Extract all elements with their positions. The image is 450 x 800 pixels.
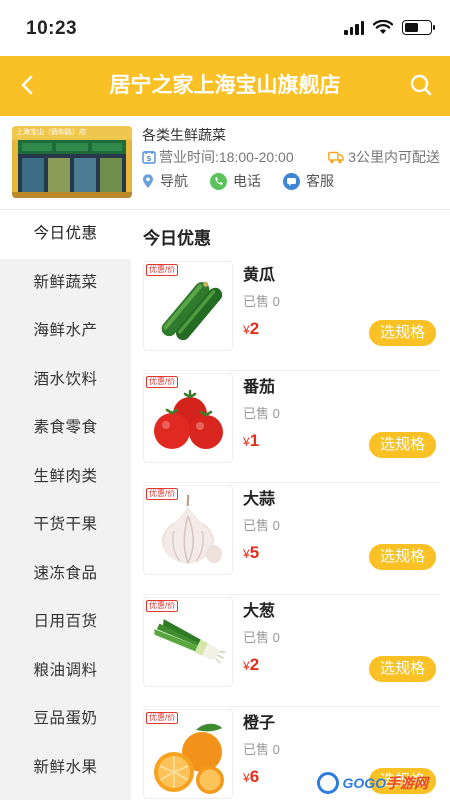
status-icons	[344, 20, 435, 35]
calendar-icon: S	[142, 151, 156, 164]
promo-tag: 优惠/价	[146, 488, 179, 500]
navigate-label: 导航	[160, 173, 188, 189]
product-sold: 已售 0	[243, 742, 280, 757]
sidebar-item-daily-goods[interactable]: 日用百货	[0, 598, 131, 647]
store-photo-sign: 上海宝山（俏和路）店	[16, 129, 86, 136]
location-icon	[143, 173, 153, 188]
status-time: 10:23	[26, 18, 78, 39]
watermark-text: GOGO手游网	[342, 775, 428, 791]
product-sold: 已售 0	[243, 406, 280, 421]
product-sold: 已售 0	[243, 630, 280, 645]
promo-tag: 优惠/价	[146, 264, 179, 276]
wifi-icon	[373, 20, 393, 34]
product-image: 优惠/价	[143, 597, 233, 687]
navigate-button[interactable]: 导航	[142, 170, 188, 192]
product-image: 优惠/价	[143, 485, 233, 575]
select-spec-button[interactable]: 选规格	[369, 432, 436, 458]
product-sold: 已售 0	[243, 294, 280, 309]
product-name: 大蒜	[243, 491, 276, 508]
product-image: 优惠/价	[143, 709, 233, 799]
store-delivery-label: 3公里内可配送	[348, 149, 440, 165]
sidebar-item-fresh-vegetables[interactable]: 新鲜蔬菜	[0, 259, 131, 308]
product-item[interactable]: 优惠/价 大葱 已售 0 ¥2 选规格	[131, 595, 450, 707]
product-name: 橙子	[243, 715, 276, 732]
promo-tag: 优惠/价	[146, 600, 179, 612]
product-image: 优惠/价	[143, 261, 233, 351]
sidebar-item-fresh-fruit[interactable]: 新鲜水果	[0, 744, 131, 793]
category-sidebar: 今日优惠 新鲜蔬菜 海鲜水产 酒水饮料 素食零食 生鲜肉类 干货干果 速冻食品 …	[0, 210, 131, 800]
page-title: 居宁之家上海宝山旗舰店	[109, 74, 341, 97]
store-category: 各类生鲜蔬菜	[142, 127, 226, 143]
select-spec-button[interactable]: 选规格	[369, 320, 436, 346]
product-name: 黄瓜	[243, 267, 276, 284]
sidebar-item-fresh-meat[interactable]: 生鲜肉类	[0, 453, 131, 502]
store-delivery: 3公里内可配送	[328, 147, 440, 167]
back-button[interactable]	[12, 70, 42, 100]
section-title: 今日优惠	[143, 229, 211, 248]
sidebar-item-bean-egg-dairy[interactable]: 豆品蛋奶	[0, 695, 131, 744]
select-spec-button[interactable]: 选规格	[369, 544, 436, 570]
promo-tag: 优惠/价	[146, 712, 179, 724]
customer-service-button[interactable]: 客服	[283, 170, 334, 192]
sidebar-item-dried-goods[interactable]: 干货干果	[0, 501, 131, 550]
chat-icon	[283, 172, 300, 190]
customer-service-label: 客服	[306, 173, 334, 189]
sidebar-item-snacks[interactable]: 素食零食	[0, 404, 131, 453]
delivery-truck-icon	[328, 151, 344, 163]
product-name: 番茄	[243, 379, 276, 396]
sidebar-item-seafood[interactable]: 海鲜水产	[0, 307, 131, 356]
app-header: 居宁之家上海宝山旗舰店	[0, 56, 450, 116]
phone-label: 电话	[233, 173, 261, 189]
product-list: 今日优惠 优惠/价 黄瓜 已售 0 ¥2 选规格 优惠/价 番茄 已售 0 ¥1…	[131, 210, 450, 800]
product-name: 大葱	[243, 603, 276, 620]
watermark-logo-icon	[317, 772, 340, 794]
store-photo: 上海宝山（俏和路）店	[12, 126, 132, 198]
sidebar-item-drinks[interactable]: 酒水饮料	[0, 356, 131, 405]
search-button[interactable]	[406, 70, 436, 100]
product-item[interactable]: 优惠/价 黄瓜 已售 0 ¥2 选规格	[131, 259, 450, 371]
product-price: ¥2	[243, 319, 260, 338]
promo-tag: 优惠/价	[146, 376, 179, 388]
battery-icon	[402, 20, 435, 35]
store-info: 上海宝山（俏和路）店 各类生鲜蔬菜 S 营业时间:18:00-20:00 3公里…	[0, 116, 450, 210]
product-item[interactable]: 优惠/价 番茄 已售 0 ¥1 选规格	[131, 371, 450, 483]
sidebar-item-today-deals[interactable]: 今日优惠	[0, 210, 131, 259]
product-price: ¥2	[243, 655, 260, 674]
product-item[interactable]: 优惠/价 大蒜 已售 0 ¥5 选规格	[131, 483, 450, 595]
chevron-left-icon	[21, 75, 33, 95]
sidebar-item-frozen-food[interactable]: 速冻食品	[0, 550, 131, 599]
product-price: ¥5	[243, 543, 260, 562]
phone-button[interactable]: 电话	[210, 170, 261, 192]
product-price: ¥1	[243, 431, 260, 450]
store-hours: S 营业时间:18:00-20:00	[142, 147, 294, 167]
signal-icon	[344, 20, 364, 35]
store-hours-label: 营业时间:18:00-20:00	[159, 149, 294, 165]
status-bar: 10:23	[0, 0, 450, 56]
store-actions: 导航 电话 客服	[142, 170, 334, 192]
search-icon	[410, 74, 432, 96]
product-image: 优惠/价	[143, 373, 233, 463]
product-sold: 已售 0	[243, 518, 280, 533]
site-watermark: GOGO手游网	[317, 772, 428, 794]
svg-text:S: S	[146, 155, 151, 163]
product-price: ¥6	[243, 767, 260, 786]
sidebar-item-grain-oil[interactable]: 粮油调料	[0, 647, 131, 696]
phone-icon	[210, 172, 227, 190]
select-spec-button[interactable]: 选规格	[369, 656, 436, 682]
